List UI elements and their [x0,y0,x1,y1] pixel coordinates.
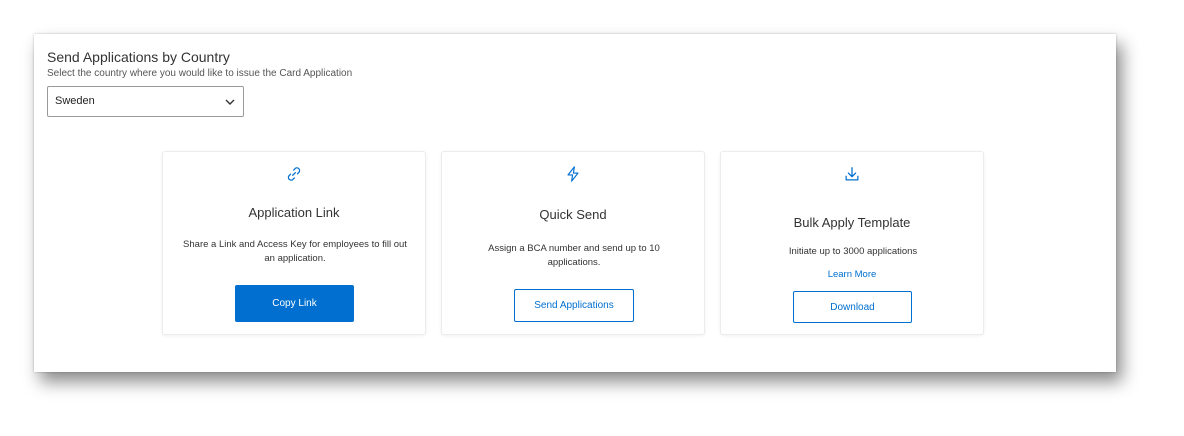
send-applications-panel: Send Applications by Country Select the … [34,34,1116,372]
application-link-title: Application Link [248,205,340,220]
download-button[interactable]: Download [793,291,912,323]
copy-link-button[interactable]: Copy Link [235,285,354,322]
country-select-value: Sweden [55,95,95,107]
quick-send-description: Assign a BCA number and send up to 10 ap… [488,243,660,268]
quick-send-card: Quick Send Assign a BCA number and send … [441,151,705,335]
download-icon [845,167,859,181]
chevron-down-icon [225,99,235,105]
page-subtitle: Select the country where you would like … [47,68,353,79]
quick-send-title: Quick Send [539,207,607,222]
bulk-apply-template-title: Bulk Apply Template [793,215,911,230]
bulk-apply-template-card: Bulk Apply Template Initiate up to 3000 … [720,151,984,335]
page-title: Send Applications by Country [47,49,230,65]
lightning-icon [567,166,579,182]
bulk-apply-template-description: Initiate up to 3000 applications [788,246,918,257]
link-icon [287,167,301,181]
country-select[interactable]: Sweden [47,86,244,117]
learn-more-link[interactable]: Learn More [721,269,983,280]
application-link-card: Application Link Share a Link and Access… [162,151,426,335]
application-link-description: Share a Link and Access Key for employee… [183,239,407,264]
send-applications-button[interactable]: Send Applications [514,289,634,322]
